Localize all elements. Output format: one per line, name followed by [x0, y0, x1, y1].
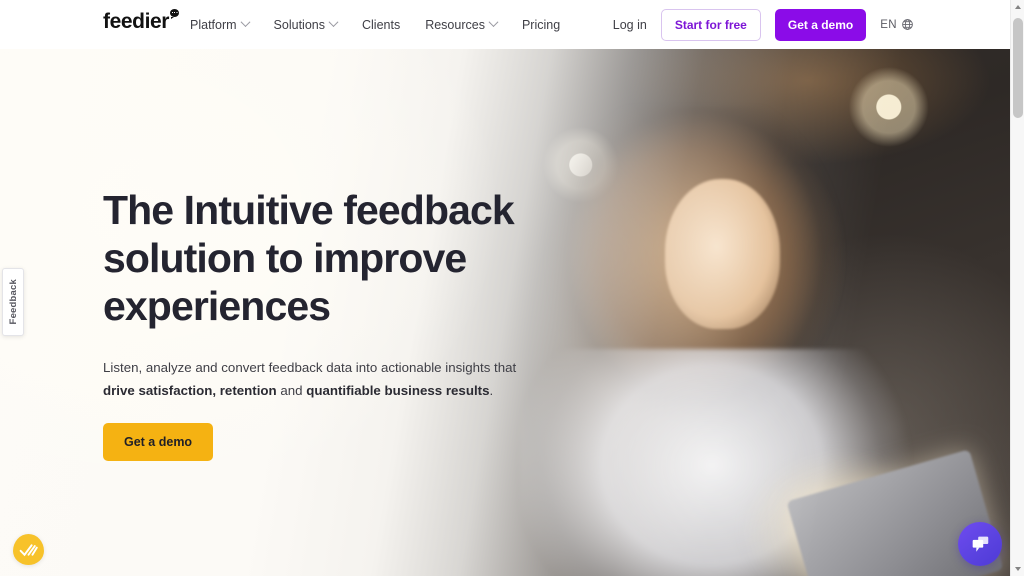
- language-label: EN: [880, 18, 897, 31]
- chevron-down-icon: [240, 16, 250, 27]
- feedier-logo[interactable]: feedier: [103, 9, 180, 33]
- feedback-side-tab-label: Feedback: [7, 279, 19, 325]
- scroll-up-arrow-icon[interactable]: [1011, 0, 1024, 14]
- chat-widget-button[interactable]: [958, 522, 1002, 566]
- header-actions: Log in Start for free Get a demo EN: [613, 0, 914, 49]
- vertical-scrollbar[interactable]: [1010, 0, 1024, 576]
- browser-viewport: feedier Platform Solutions Clients Resou…: [0, 0, 1024, 576]
- review-badge[interactable]: [13, 534, 44, 565]
- get-a-demo-button-header[interactable]: Get a demo: [774, 8, 867, 41]
- nav-label: Pricing: [521, 17, 561, 32]
- check-marks-icon: [19, 543, 38, 556]
- scrollbar-thumb[interactable]: [1013, 18, 1023, 118]
- feedback-side-tab[interactable]: Feedback: [2, 268, 24, 336]
- primary-navigation: Platform Solutions Clients Resources Pri…: [190, 0, 585, 49]
- globe-icon: [902, 19, 913, 30]
- chat-bubbles-icon: [972, 536, 989, 552]
- nav-item-resources[interactable]: Resources: [425, 16, 499, 32]
- hero-subtitle: Listen, analyze and convert feedback dat…: [103, 359, 517, 399]
- site-header: feedier Platform Solutions Clients Resou…: [0, 0, 1010, 49]
- language-selector[interactable]: EN: [880, 18, 914, 31]
- logo-wordmark: feedier: [103, 10, 170, 33]
- nav-item-clients[interactable]: Clients: [362, 18, 400, 32]
- login-link[interactable]: Log in: [613, 18, 647, 32]
- nav-label: Clients: [361, 17, 401, 32]
- nav-label: Resources: [425, 17, 485, 32]
- nav-item-platform[interactable]: Platform: [190, 16, 250, 32]
- nav-item-pricing[interactable]: Pricing: [522, 18, 560, 32]
- chevron-down-icon: [328, 16, 339, 27]
- nav-item-solutions[interactable]: Solutions: [273, 16, 339, 32]
- page-title: The Intuitive feedback solution to impro…: [103, 187, 515, 329]
- speech-bubble-icon: [170, 9, 180, 19]
- nav-label: Platform: [190, 17, 237, 32]
- nav-label: Solutions: [273, 17, 325, 32]
- scroll-down-arrow-icon[interactable]: [1011, 562, 1024, 576]
- start-for-free-button[interactable]: Start for free: [660, 8, 761, 41]
- hero-content: The Intuitive feedback solution to impro…: [103, 187, 573, 462]
- hero-section: The Intuitive feedback solution to impro…: [0, 49, 1010, 576]
- get-a-demo-button-hero[interactable]: Get a demo: [103, 423, 214, 462]
- chevron-down-icon: [488, 16, 499, 27]
